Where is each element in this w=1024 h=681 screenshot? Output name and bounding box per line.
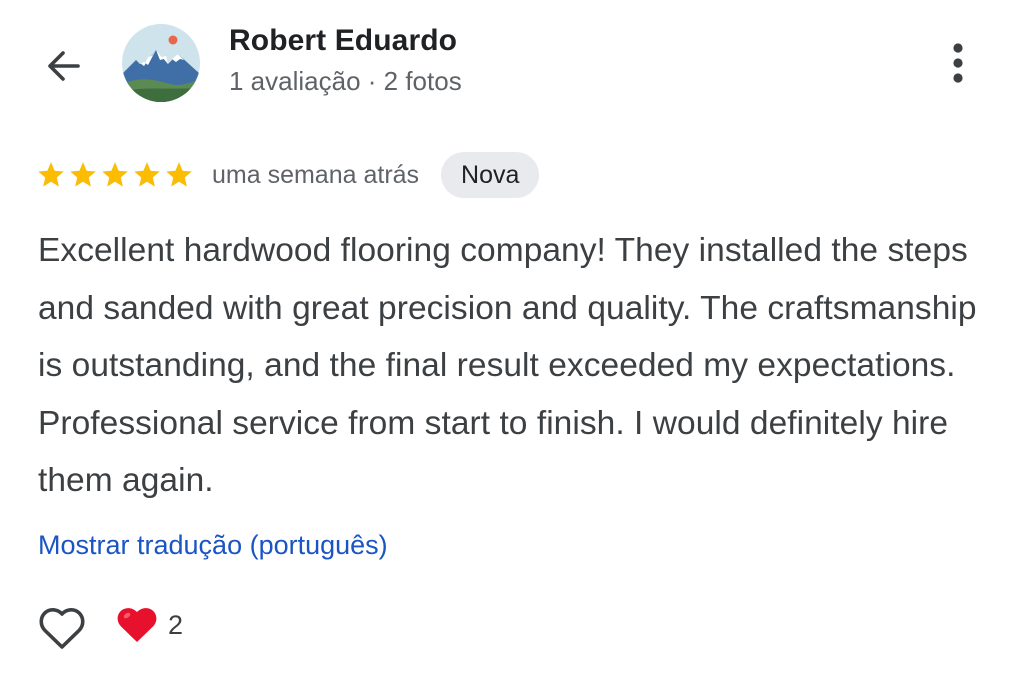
star-icon <box>70 162 96 187</box>
more-vertical-icon <box>953 43 963 83</box>
more-options-button[interactable] <box>936 38 980 88</box>
avatar[interactable] <box>122 24 200 102</box>
heart-outline-icon <box>39 608 85 649</box>
rating-row: uma semana atrás Nova <box>36 150 540 200</box>
reviewer-name[interactable]: Robert Eduardo <box>229 24 457 58</box>
show-translation-link[interactable]: Mostrar tradução (português) <box>38 530 388 561</box>
review-date: uma semana atrás <box>212 160 420 189</box>
new-badge: Nova <box>441 152 540 198</box>
star-icon <box>38 162 64 187</box>
star-icon <box>102 162 128 187</box>
review-detail-page: Robert Eduardo 1 avaliação · 2 fotos uma… <box>0 0 1024 681</box>
red-heart-icon <box>117 608 157 642</box>
star-icon <box>166 162 192 187</box>
reaction-count: 2 <box>168 609 184 640</box>
back-button[interactable] <box>38 40 90 92</box>
star-rating <box>36 160 194 190</box>
avatar-mountain-image <box>122 24 200 102</box>
back-arrow-icon <box>48 51 80 81</box>
like-button[interactable] <box>36 604 88 654</box>
reviewer-meta: 1 avaliação · 2 fotos <box>229 66 462 96</box>
review-text: Excellent hardwood flooring company! The… <box>38 232 977 499</box>
star-icon <box>134 162 160 187</box>
heart-reaction[interactable]: 2 <box>116 606 183 644</box>
